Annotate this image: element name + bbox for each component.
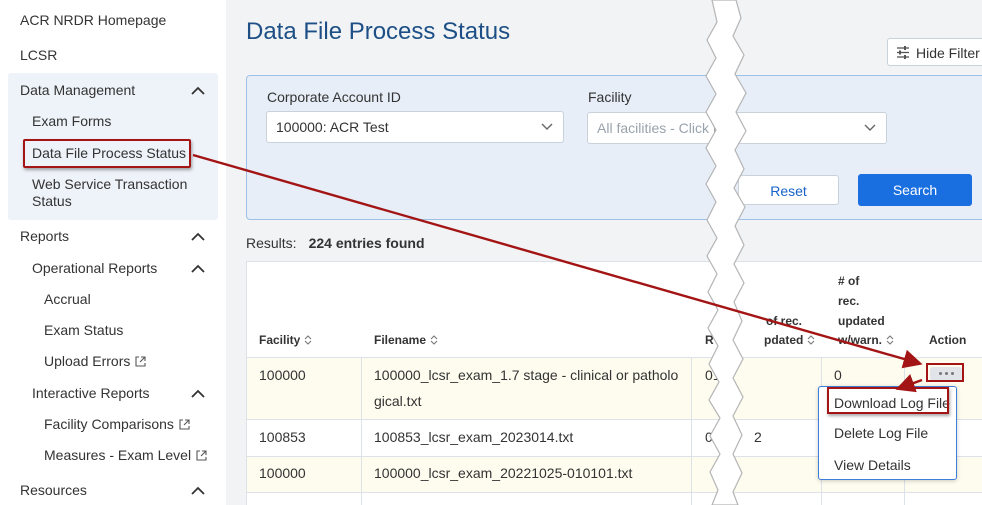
facility-select[interactable]: All facilities - Click t xyxy=(587,112,887,144)
sidebar-item-operational-reports[interactable]: Operational Reports xyxy=(32,260,157,277)
sidebar-item-web-service-transaction[interactable]: Web Service Transaction xyxy=(32,176,187,193)
column-header-action: Action xyxy=(929,333,967,347)
external-link-icon xyxy=(196,450,207,461)
column-header-label: pdated xyxy=(764,333,804,347)
sidebar-item-facility-comparisons[interactable]: Facility Comparisons xyxy=(44,416,190,433)
sidebar-item-label: Measures - Exam Level xyxy=(44,447,192,463)
cell-filename: 100853_lcsr_exam_2023014.txt xyxy=(374,429,574,445)
cell-facility: 100000 xyxy=(259,367,306,383)
cell-received: 0 xyxy=(705,429,713,445)
sidebar-item-measures-exam-level[interactable]: Measures - Exam Level xyxy=(44,447,207,464)
chevron-up-icon[interactable] xyxy=(190,485,206,497)
column-header-received[interactable]: R xyxy=(705,330,714,350)
corporate-account-value: 100000: ACR Test xyxy=(276,119,389,135)
sidebar-item-lcsr[interactable]: LCSR xyxy=(20,47,57,64)
column-header-warn[interactable]: w/warn. xyxy=(838,330,894,350)
facility-label: Facility xyxy=(588,89,632,105)
column-header-facility[interactable]: Facility xyxy=(259,330,312,350)
table-row xyxy=(247,492,982,505)
column-header-label: Filename xyxy=(374,333,427,347)
sidebar-item-exam-status[interactable]: Exam Status xyxy=(44,322,123,339)
results-summary: Results: 224 entries found xyxy=(246,235,425,251)
cell-warn: 0 xyxy=(834,367,842,383)
column-header-warn-line3: updated xyxy=(838,314,885,328)
sidebar-item-label: Facility Comparisons xyxy=(44,416,174,432)
search-button[interactable]: Search xyxy=(858,174,972,206)
highlight-box xyxy=(926,363,964,382)
menu-item-delete-log-file[interactable]: Delete Log File xyxy=(834,425,928,441)
reset-button[interactable]: Reset xyxy=(738,175,839,205)
highlight-box xyxy=(827,387,949,414)
chevron-up-icon[interactable] xyxy=(190,388,206,400)
column-divider xyxy=(691,357,692,505)
column-header-label: Facility xyxy=(259,333,301,347)
sort-icon xyxy=(430,335,438,345)
cell-facility: 100853 xyxy=(259,429,306,445)
sidebar-item-upload-errors[interactable]: Upload Errors xyxy=(44,353,146,370)
filter-sliders-icon xyxy=(897,46,909,59)
column-header-filename[interactable]: Filename xyxy=(374,330,438,350)
sort-icon xyxy=(304,335,312,345)
sidebar-item-resources[interactable]: Resources xyxy=(20,482,87,499)
corporate-account-select[interactable]: 100000: ACR Test xyxy=(266,111,564,143)
sidebar-item-label: Upload Errors xyxy=(44,353,131,369)
sidebar-item-reports[interactable]: Reports xyxy=(20,228,69,245)
hide-filter-label: Hide Filter xyxy=(916,45,980,61)
sidebar-item-web-service-transaction-status[interactable]: Status xyxy=(32,193,72,210)
column-header-warn-line2: rec. xyxy=(838,294,860,308)
column-divider xyxy=(361,357,362,505)
external-link-icon xyxy=(179,419,190,430)
chevron-up-icon[interactable] xyxy=(190,231,206,243)
sort-icon xyxy=(886,335,894,345)
cell-filename: 100000_lcsr_exam_20221025-010101.txt xyxy=(374,465,633,481)
cell-filename: 100000_lcsr_exam_1.7 stage - clinical or… xyxy=(374,367,679,383)
cell-updated: 2 xyxy=(754,429,762,445)
external-link-icon xyxy=(135,356,146,367)
highlight-box xyxy=(23,139,191,168)
sort-icon xyxy=(807,335,815,345)
column-header-label: w/warn. xyxy=(838,333,883,347)
chevron-down-icon xyxy=(541,123,553,130)
chevron-down-icon xyxy=(864,124,876,131)
column-header-updated[interactable]: pdated xyxy=(764,330,815,350)
results-label: Results: xyxy=(246,235,297,251)
hide-filter-button[interactable]: Hide Filter xyxy=(887,38,982,66)
sidebar: ACR NRDR Homepage LCSR Data Management E… xyxy=(0,0,226,505)
sidebar-item-acr-nrdr-homepage[interactable]: ACR NRDR Homepage xyxy=(20,12,166,29)
chevron-up-icon[interactable] xyxy=(190,263,206,275)
menu-item-view-details[interactable]: View Details xyxy=(834,457,911,473)
results-count: 224 entries found xyxy=(308,235,425,251)
page-title: Data File Process Status xyxy=(246,18,511,45)
cell-received: 01 xyxy=(705,367,721,383)
column-header-updated-line1: of rec. xyxy=(766,314,803,328)
cell-filename: gical.txt xyxy=(374,393,422,409)
column-header-warn-line1: # of xyxy=(838,274,860,288)
sidebar-item-interactive-reports[interactable]: Interactive Reports xyxy=(32,385,150,402)
cell-facility: 100000 xyxy=(259,465,306,481)
sidebar-item-accrual[interactable]: Accrual xyxy=(44,291,91,308)
chevron-up-icon[interactable] xyxy=(190,85,206,97)
sidebar-item-data-management[interactable]: Data Management xyxy=(20,82,135,99)
corporate-account-label: Corporate Account ID xyxy=(267,89,401,105)
facility-placeholder: All facilities - Click t xyxy=(597,120,717,136)
sidebar-item-exam-forms[interactable]: Exam Forms xyxy=(32,113,111,130)
